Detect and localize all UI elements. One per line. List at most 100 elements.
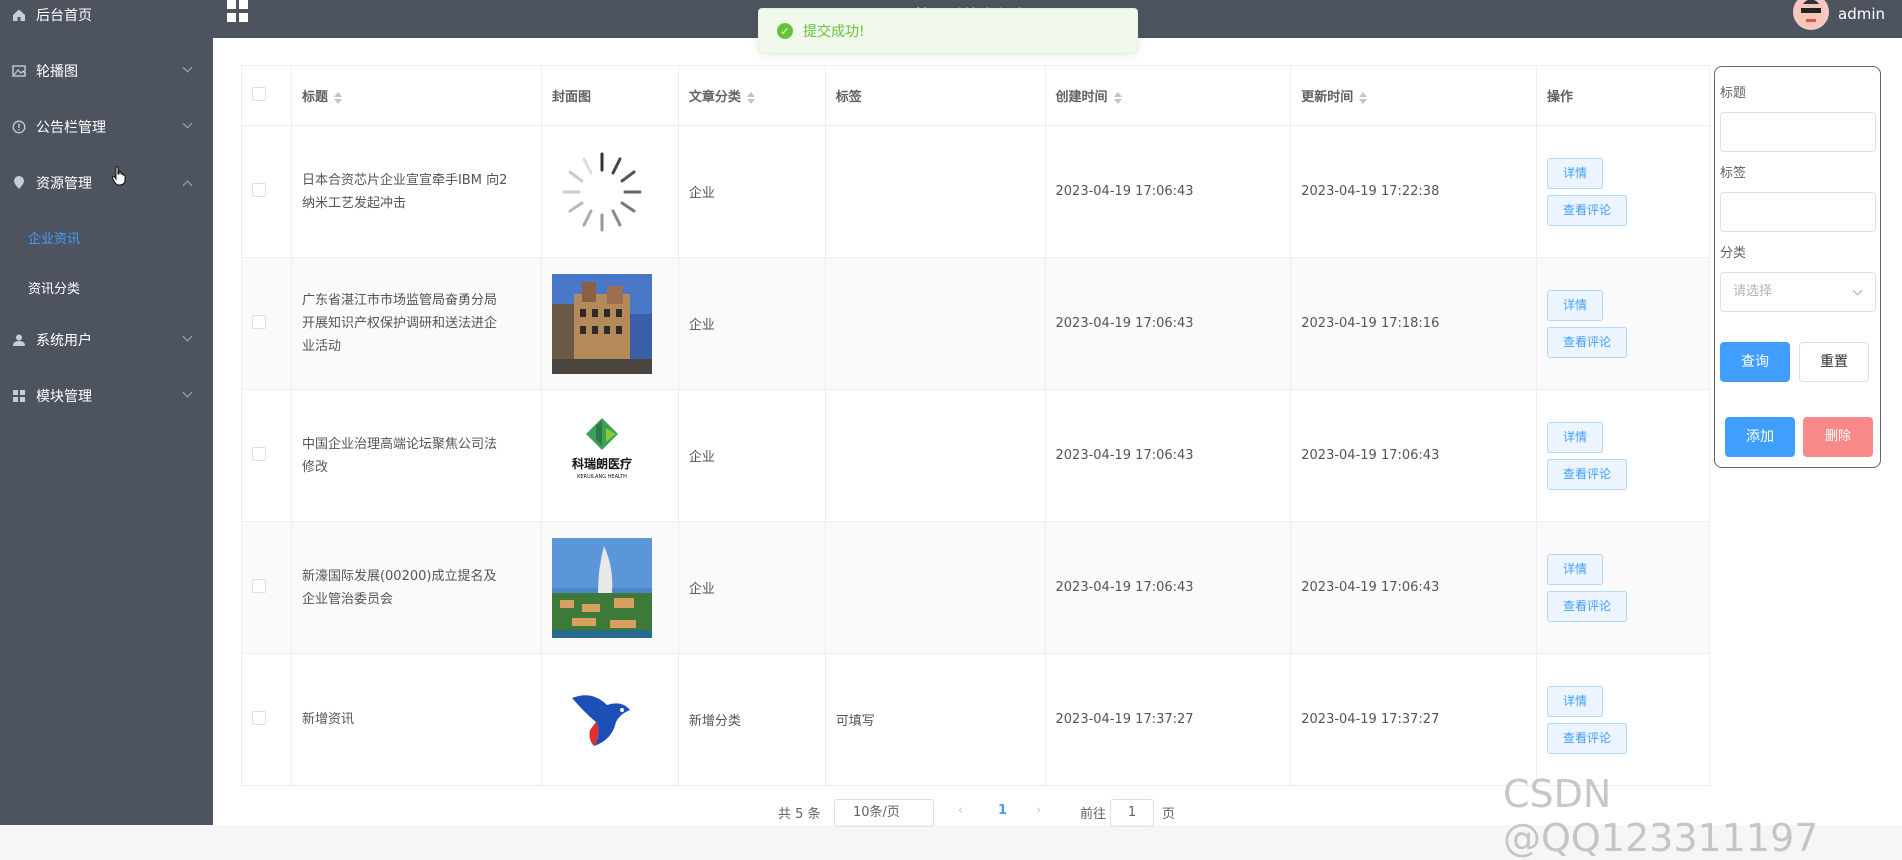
actions-cell: 详情 查看评论 <box>1536 389 1710 522</box>
add-button[interactable]: 添加 <box>1725 417 1795 457</box>
success-toast: ✓ 提交成功! <box>758 8 1138 54</box>
category-filter-select[interactable]: 请选择 <box>1720 272 1876 312</box>
updated-cell: 2023-04-19 17:18:16 <box>1290 257 1538 390</box>
tag-cell <box>824 125 1046 258</box>
tag-filter-label: 标签 <box>1720 166 1747 181</box>
row-select-cell <box>241 257 292 390</box>
column-header-category[interactable]: 文章分类 <box>677 65 826 126</box>
chevron-down-icon <box>182 331 193 342</box>
detail-button[interactable]: 详情 <box>1547 553 1604 585</box>
sidebar-item-users[interactable]: 系统用户 <box>0 315 213 365</box>
category-cell: 企业 <box>677 389 826 522</box>
sidebar-item-modules[interactable]: 模块管理 <box>0 371 213 421</box>
reset-button[interactable]: 重置 <box>1799 342 1869 382</box>
image-icon <box>12 65 26 77</box>
username[interactable]: admin <box>1838 5 1885 23</box>
column-header-title[interactable]: 标题 <box>290 65 542 126</box>
pager-goto-label: 前往 <box>1080 807 1107 822</box>
row-checkbox[interactable] <box>252 314 266 329</box>
sidebar-item-resource[interactable]: 资源管理 <box>0 158 213 208</box>
detail-button[interactable]: 详情 <box>1547 421 1604 453</box>
column-header-created[interactable]: 创建时间 <box>1044 65 1292 126</box>
chevron-up-icon <box>182 180 193 191</box>
tag-cell <box>824 389 1046 522</box>
menu-grid-icon[interactable] <box>227 0 249 22</box>
column-header-updated[interactable]: 更新时间 <box>1290 65 1538 126</box>
view-comments-button[interactable]: 查看评论 <box>1547 722 1628 754</box>
pager-current-page[interactable]: 1 <box>998 803 1007 818</box>
pager-page-unit: 页 <box>1162 807 1176 822</box>
row-title: 日本合资芯片企业宣宣牵手IBM 向2纳米工艺发起冲击 <box>301 172 508 211</box>
sort-icon[interactable] <box>1113 91 1122 104</box>
actions-cell: 详情 查看评论 <box>1536 521 1710 654</box>
sidebar-subitem-news-category[interactable]: 资讯分类 <box>28 278 80 297</box>
table-header-row: 标题 封面图 文章分类 标签 创建时间 更新时间 操作 <box>241 65 1710 126</box>
row-checkbox[interactable] <box>252 182 266 197</box>
cover-cell <box>540 125 679 258</box>
title-filter-input[interactable] <box>1720 112 1876 152</box>
loading-spinner-icon <box>562 152 642 231</box>
row-select-cell <box>241 521 292 654</box>
tag-filter-input[interactable] <box>1720 192 1876 232</box>
created-cell: 2023-04-19 17:06:43 <box>1044 521 1292 654</box>
select-all-cell <box>241 65 292 126</box>
column-header-cover: 封面图 <box>540 65 679 126</box>
category-select-placeholder: 请选择 <box>1733 284 1773 299</box>
table-row: 广东省湛江市市场监管局奋勇分局开展知识产权保护调研和送法进企业活动 企业 202… <box>241 257 1710 390</box>
sidebar-item-home[interactable]: 后台首页 <box>0 0 213 40</box>
sort-icon[interactable] <box>333 91 342 104</box>
detail-button[interactable]: 详情 <box>1547 289 1604 321</box>
column-header-label: 创建时间 <box>1055 90 1108 105</box>
column-header-label: 更新时间 <box>1301 90 1354 105</box>
title-filter-label: 标题 <box>1720 86 1747 101</box>
home-icon <box>13 9 25 21</box>
category-cell: 新增分类 <box>677 653 826 786</box>
row-select-cell <box>241 125 292 258</box>
view-comments-button[interactable]: 查看评论 <box>1547 194 1628 226</box>
delete-button[interactable]: 删除 <box>1803 417 1873 457</box>
pager-size-select[interactable]: 10条/页 <box>834 799 934 827</box>
sidebar-item-label: 模块管理 <box>36 389 92 405</box>
table-row: 新濠国际发展(00200)成立提名及企业管治委员会 企业 2023-04-19 … <box>241 521 1710 654</box>
view-comments-button[interactable]: 查看评论 <box>1547 326 1628 358</box>
info-circle-icon <box>12 120 26 134</box>
detail-button[interactable]: 详情 <box>1547 157 1604 189</box>
chevron-down-icon <box>182 118 193 129</box>
location-pin-icon <box>14 176 24 189</box>
select-all-checkbox[interactable] <box>252 86 266 101</box>
sort-icon[interactable] <box>746 91 755 104</box>
sidebar-item-notice[interactable]: 公告栏管理 <box>0 102 213 152</box>
sidebar-subitem-enterprise-news[interactable]: 企业资讯 <box>28 228 80 247</box>
row-checkbox[interactable] <box>252 446 266 461</box>
row-checkbox[interactable] <box>252 578 266 593</box>
query-button[interactable]: 查询 <box>1720 342 1790 382</box>
row-title: 广东省湛江市市场监管局奋勇分局开展知识产权保护调研和送法进企业活动 <box>301 293 497 354</box>
pager-prev-icon[interactable]: ‹ <box>958 803 963 818</box>
news-table: 标题 封面图 文章分类 标签 创建时间 更新时间 操作 日本合资芯片企业宣宣牵手… <box>241 65 1710 786</box>
sidebar-item-label: 系统用户 <box>36 333 92 349</box>
category-cell: 企业 <box>677 521 826 654</box>
view-comments-button[interactable]: 查看评论 <box>1547 590 1628 622</box>
sidebar-item-label: 公告栏管理 <box>36 120 106 136</box>
detail-button[interactable]: 详情 <box>1547 685 1604 717</box>
pager-goto-input[interactable]: 1 <box>1110 799 1154 827</box>
created-cell: 2023-04-19 17:06:43 <box>1044 257 1292 390</box>
table-row: 日本合资芯片企业宣宣牵手IBM 向2纳米工艺发起冲击 企业 2023-04-19… <box>241 125 1710 258</box>
sidebar-item-label: 后台首页 <box>36 8 92 24</box>
cover-cell <box>540 257 679 390</box>
row-select-cell <box>241 389 292 522</box>
title-cell: 日本合资芯片企业宣宣牵手IBM 向2纳米工艺发起冲击 <box>290 125 542 258</box>
column-header-label: 标签 <box>835 90 862 105</box>
pager-next-icon[interactable]: › <box>1036 803 1041 818</box>
column-header-label: 文章分类 <box>688 90 741 105</box>
title-cell: 新增资讯 <box>290 653 542 786</box>
sidebar-item-carousel[interactable]: 轮播图 <box>0 46 213 96</box>
table-row: 中国企业治理高端论坛聚焦公司法修改 科瑞朗医疗 KERUILANG HEALTH… <box>241 389 1710 522</box>
actions-cell: 详情 查看评论 <box>1536 653 1710 786</box>
chevron-down-icon <box>1852 285 1863 296</box>
row-checkbox[interactable] <box>252 710 266 725</box>
view-comments-button[interactable]: 查看评论 <box>1547 458 1628 490</box>
column-header-label: 封面图 <box>551 90 591 105</box>
sort-icon[interactable] <box>1359 91 1368 104</box>
search-panel: 标题 标签 分类 请选择 查询 重置 添加 删除 <box>1714 66 1881 468</box>
